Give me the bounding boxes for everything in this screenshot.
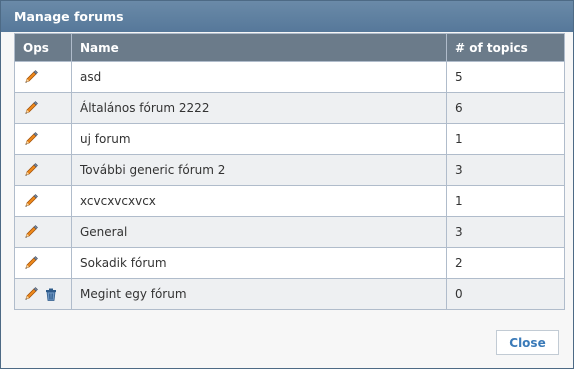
forums-table: Ops Name # of topics asd 5 Általános fóru… <box>14 33 565 310</box>
ops-cell <box>14 278 72 310</box>
header-name: Name <box>71 33 447 62</box>
topic-count-cell: 0 <box>446 278 565 310</box>
topic-count-cell: 1 <box>446 123 565 155</box>
ops-cell <box>14 154 72 186</box>
manage-forums-dialog: Manage forums Ops Name # of topics asd 5 … <box>0 0 574 369</box>
ops-cell <box>14 216 72 248</box>
pencil-icon[interactable] <box>23 193 39 209</box>
pencil-icon[interactable] <box>23 131 39 147</box>
table-row: Sokadik fórum 2 <box>14 247 565 279</box>
topic-count-cell: 2 <box>446 247 565 279</box>
header-topics: # of topics <box>446 33 565 62</box>
pencil-icon[interactable] <box>23 69 39 85</box>
forum-name-cell: Általános fórum 2222 <box>71 92 447 124</box>
topic-count-cell: 6 <box>446 92 565 124</box>
forum-name-cell: General <box>71 216 447 248</box>
pencil-icon[interactable] <box>23 100 39 116</box>
pencil-icon[interactable] <box>23 286 39 302</box>
forums-table-container: Ops Name # of topics asd 5 Általános fóru… <box>14 33 565 310</box>
table-row: Általános fórum 2222 6 <box>14 92 565 124</box>
table-header-row: Ops Name # of topics <box>14 33 565 62</box>
trash-icon[interactable] <box>43 286 59 302</box>
forum-name-cell: Sokadik fórum <box>71 247 447 279</box>
header-ops: Ops <box>14 33 72 62</box>
forum-name-cell: uj forum <box>71 123 447 155</box>
table-row: További generic fórum 23 <box>14 154 565 186</box>
table-row: asd 5 <box>14 61 565 93</box>
dialog-title: Manage forums <box>1 1 573 32</box>
ops-cell <box>14 61 72 93</box>
ops-group <box>23 224 63 240</box>
ops-cell <box>14 185 72 217</box>
ops-group <box>23 100 63 116</box>
ops-cell <box>14 123 72 155</box>
pencil-icon[interactable] <box>23 162 39 178</box>
ops-group <box>23 255 63 271</box>
pencil-icon[interactable] <box>23 224 39 240</box>
close-button[interactable]: Close <box>496 330 559 355</box>
pencil-icon[interactable] <box>23 255 39 271</box>
forum-name-cell: Megint egy fórum <box>71 278 447 310</box>
ops-group <box>23 162 63 178</box>
ops-group <box>23 69 63 85</box>
forum-name-cell: xcvcxvcxvcx <box>71 185 447 217</box>
table-row: xcvcxvcxvcx 1 <box>14 185 565 217</box>
table-row: General 3 <box>14 216 565 248</box>
table-row: uj forum 1 <box>14 123 565 155</box>
ops-cell <box>14 247 72 279</box>
ops-group <box>23 193 63 209</box>
ops-group <box>23 286 63 302</box>
topic-count-cell: 1 <box>446 185 565 217</box>
ops-cell <box>14 92 72 124</box>
topic-count-cell: 3 <box>446 216 565 248</box>
forum-name-cell: További generic fórum 2 <box>71 154 447 186</box>
forum-name-cell: asd <box>71 61 447 93</box>
table-row: Megint egy fórum 0 <box>14 278 565 310</box>
ops-group <box>23 131 63 147</box>
topic-count-cell: 5 <box>446 61 565 93</box>
topic-count-cell: 3 <box>446 154 565 186</box>
